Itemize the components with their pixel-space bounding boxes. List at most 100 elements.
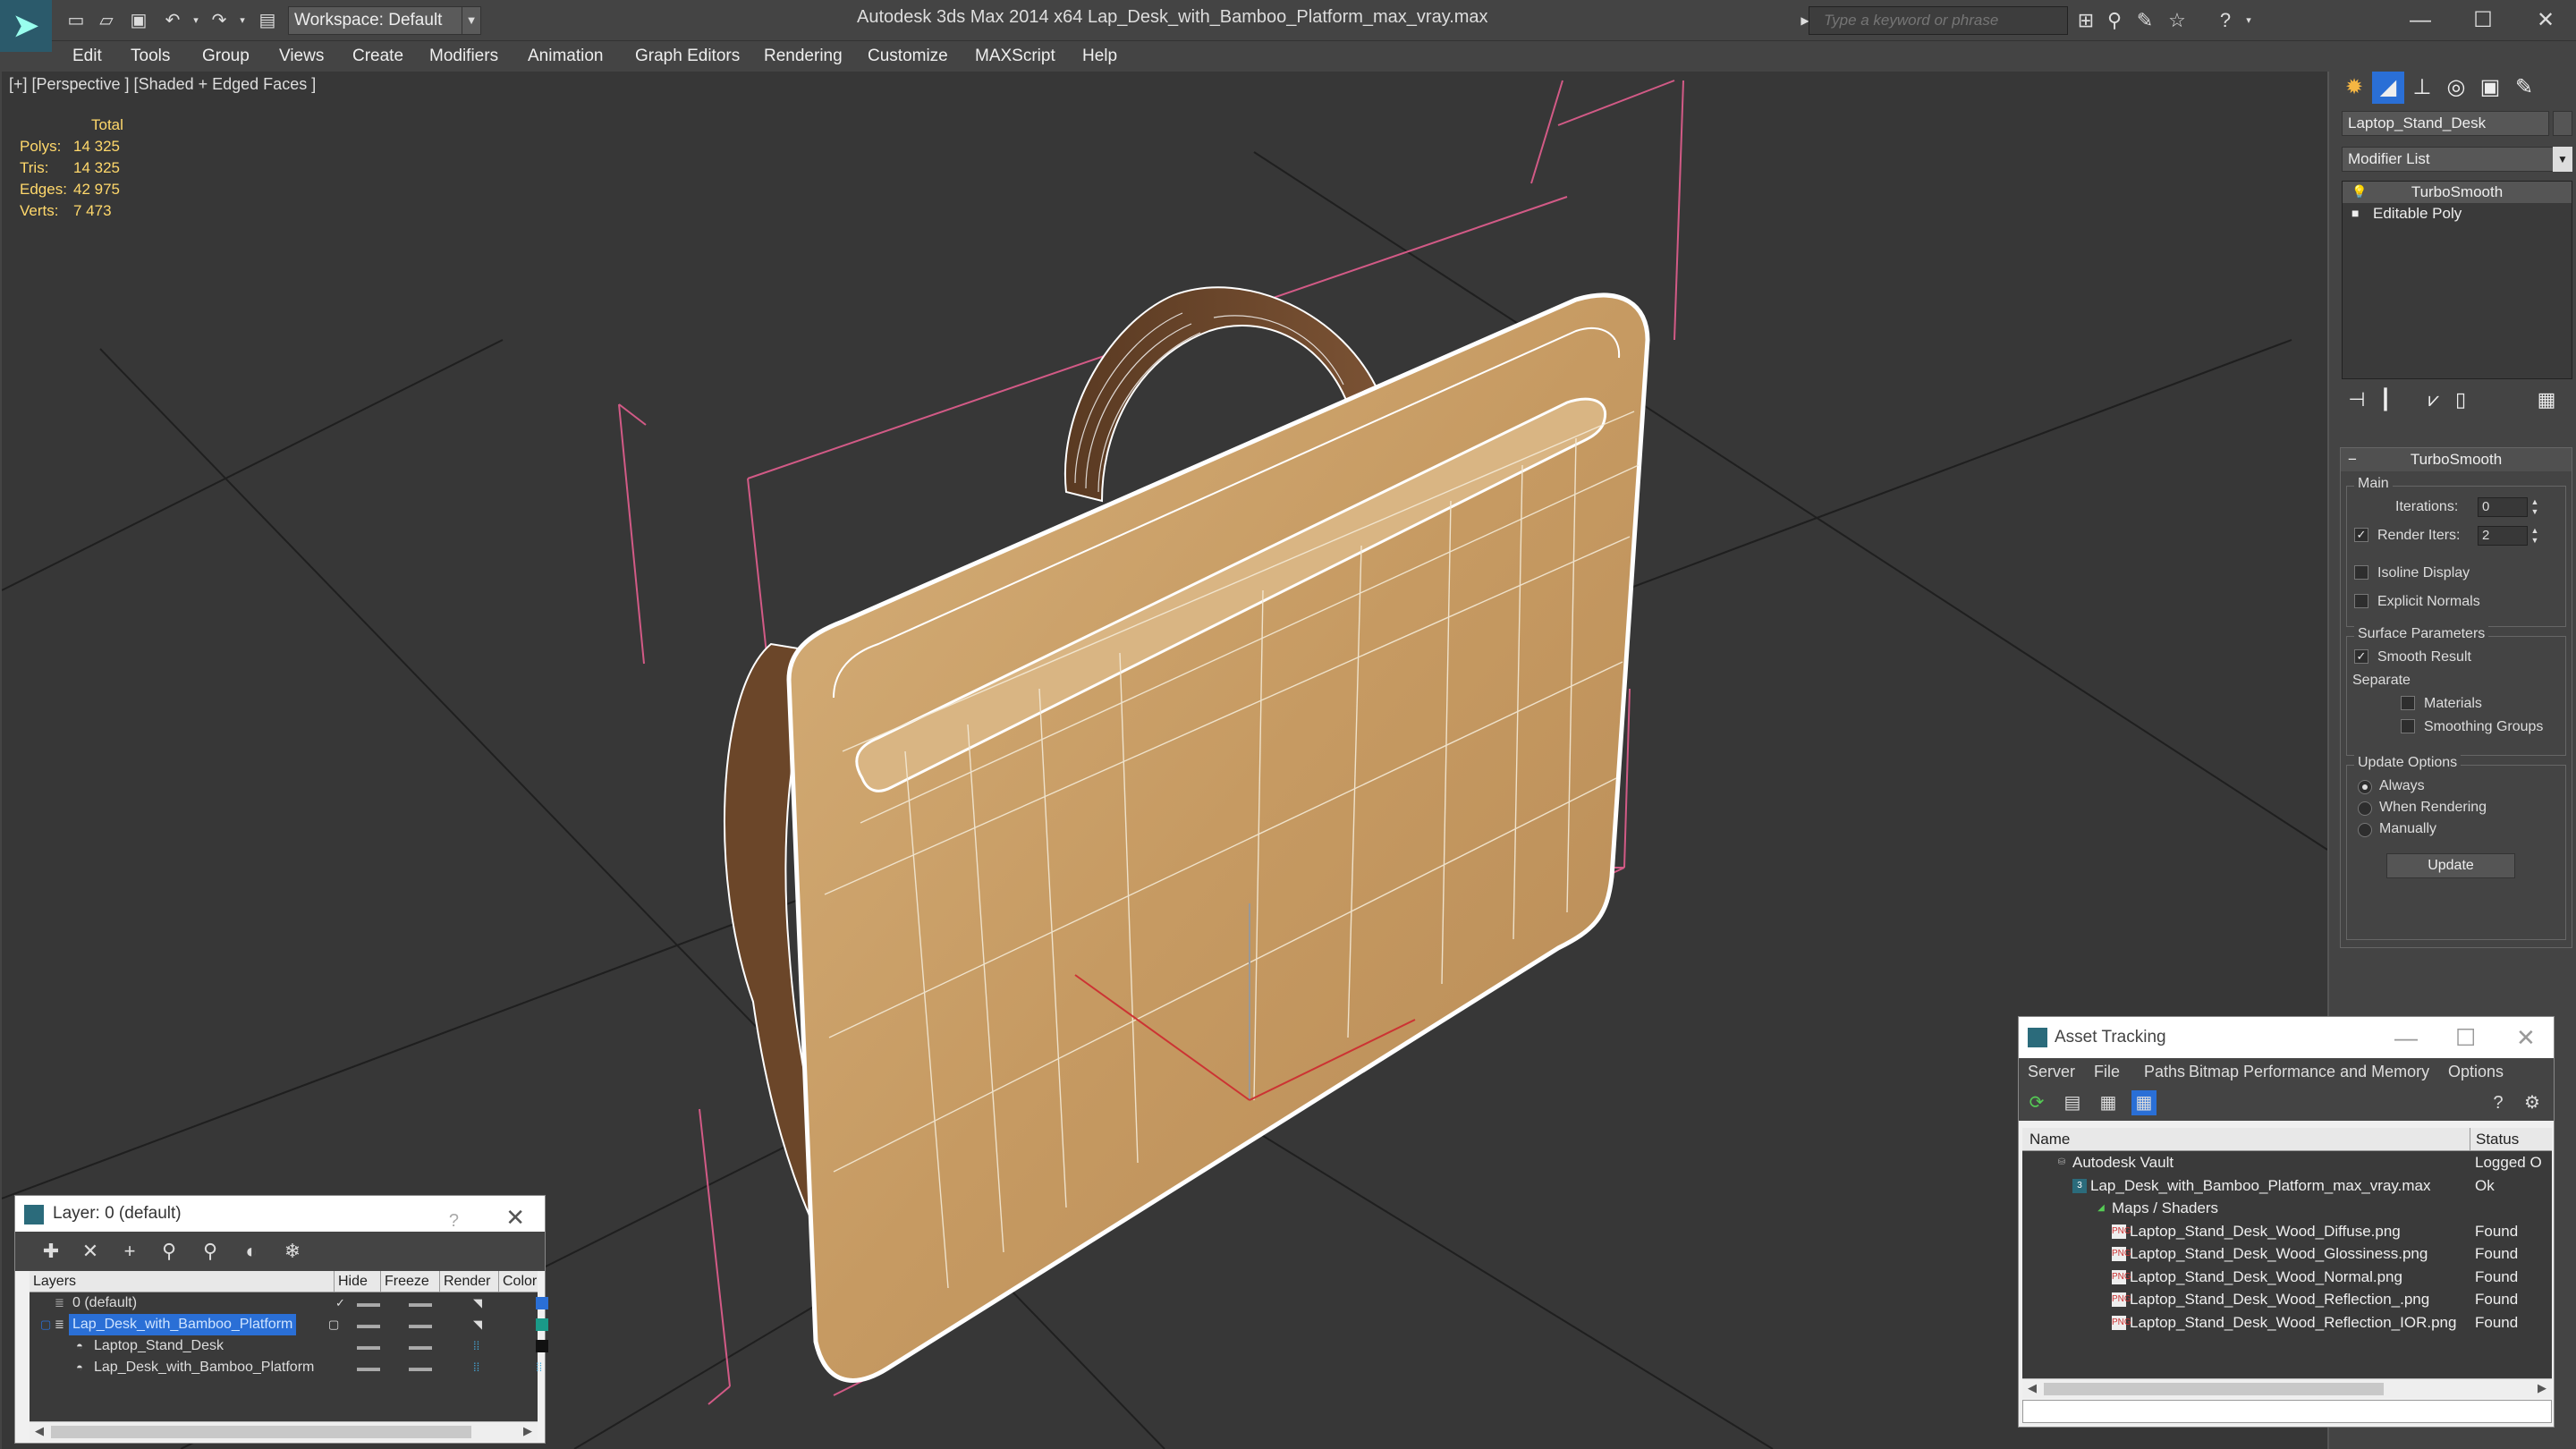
pin-stack-icon[interactable]: ⊣: [2343, 386, 2370, 413]
menu-modifiers[interactable]: Modifiers: [429, 41, 498, 72]
favorites-star-icon[interactable]: ☆: [2165, 8, 2190, 33]
redo-icon[interactable]: ↷: [208, 9, 231, 32]
spinner-arrows-icon[interactable]: ▲ ▼: [2529, 526, 2540, 546]
vault-settings-icon[interactable]: ⚙: [2520, 1090, 2545, 1115]
render-dots-icon[interactable]: ⁞⁞: [473, 1357, 479, 1378]
menu-customize[interactable]: Customize: [868, 41, 948, 72]
object-name[interactable]: Laptop_Stand_Desk: [90, 1335, 227, 1357]
menu-views[interactable]: Views: [279, 41, 324, 72]
add-to-layer-icon[interactable]: +: [117, 1239, 142, 1264]
close-icon[interactable]: ✕: [505, 1199, 525, 1235]
close-icon[interactable]: ✕: [2516, 1017, 2536, 1058]
modifier-list-dropdown[interactable]: Modifier List: [2342, 147, 2555, 172]
smoothing-groups-checkbox[interactable]: [2401, 719, 2415, 733]
scrollbar-thumb[interactable]: [2044, 1383, 2384, 1395]
maximize-icon[interactable]: ☐: [2456, 4, 2510, 38]
layer-window-title[interactable]: Layer: 0 (default) ? ✕: [15, 1196, 545, 1232]
list-view-icon[interactable]: ▤: [2060, 1090, 2085, 1115]
always-radio[interactable]: [2358, 780, 2372, 794]
layer-name[interactable]: Lap_Desk_with_Bamboo_Platform: [69, 1314, 297, 1335]
expand-collapse-icon[interactable]: ▢: [40, 1314, 51, 1335]
search-input[interactable]: [1809, 7, 2067, 34]
viewport-label[interactable]: [+] [Perspective ] [Shaded + Edged Faces…: [9, 75, 316, 94]
spinner-arrows-icon[interactable]: ▲ ▼: [2529, 497, 2540, 517]
column-hide[interactable]: Hide: [334, 1271, 368, 1292]
hierarchy-tab-icon[interactable]: ⊥: [2406, 72, 2438, 104]
communication-center-icon[interactable]: ⚲: [2102, 8, 2127, 33]
freeze-toggle[interactable]: ▬▬: [409, 1335, 432, 1357]
asset-horizontal-scrollbar[interactable]: ◀ ▶: [2022, 1378, 2552, 1398]
menu-maxscript[interactable]: MAXScript: [975, 41, 1055, 72]
asset-row[interactable]: PNG Laptop_Stand_Desk_Wood_Glossiness.pn…: [2022, 1242, 2552, 1266]
table-view-icon[interactable]: ▦: [2131, 1090, 2157, 1115]
column-name[interactable]: Name: [2029, 1128, 2070, 1151]
freeze-all-layers-icon[interactable]: ❄: [280, 1239, 305, 1264]
iterations-spinner[interactable]: 0: [2478, 497, 2528, 517]
layer-horizontal-scrollbar[interactable]: ◀ ▶: [30, 1421, 538, 1441]
hide-toggle[interactable]: ▬▬: [357, 1292, 380, 1314]
new-file-icon[interactable]: ▭: [64, 9, 88, 32]
column-layers[interactable]: Layers: [30, 1271, 76, 1292]
show-end-result-icon[interactable]: ┃: [2372, 386, 2399, 413]
create-tab-icon[interactable]: ✹: [2338, 72, 2370, 104]
motion-tab-icon[interactable]: ◎: [2440, 72, 2472, 104]
save-icon[interactable]: ▣: [127, 9, 150, 32]
object-color-swatch[interactable]: [536, 1340, 548, 1352]
asset-row[interactable]: PNG Laptop_Stand_Desk_Wood_Normal.png Fo…: [2022, 1266, 2552, 1289]
column-render[interactable]: Render: [439, 1271, 490, 1292]
isoline-display-checkbox[interactable]: [2354, 565, 2368, 580]
project-folder-icon[interactable]: ▤: [256, 9, 279, 32]
asset-row[interactable]: ⛁ Autodesk Vault Logged O: [2022, 1151, 2552, 1174]
asset-row[interactable]: PNG Laptop_Stand_Desk_Wood_Reflection_IO…: [2022, 1311, 2552, 1335]
stack-item-turbosmooth[interactable]: 💡 TurboSmooth: [2343, 182, 2572, 203]
layer-row[interactable]: ◓ Laptop_Stand_Desk ▬▬ ▬▬ ⁞⁞: [30, 1335, 548, 1357]
manually-radio[interactable]: [2358, 823, 2372, 837]
freeze-toggle[interactable]: ▬▬: [409, 1314, 432, 1335]
workspace-dropdown-arrow-icon[interactable]: ▼: [462, 6, 481, 35]
undo-dropdown-icon[interactable]: ▾: [184, 9, 208, 32]
hide-all-layers-icon[interactable]: ◐: [239, 1239, 264, 1264]
scroll-left-icon[interactable]: ◀: [2028, 1381, 2037, 1395]
menu-create[interactable]: Create: [352, 41, 403, 72]
search-box[interactable]: [1809, 6, 2068, 35]
layer-row[interactable]: ▢ ≣ Lap_Desk_with_Bamboo_Platform ▢ ▬▬ ▬…: [30, 1314, 548, 1335]
undo-icon[interactable]: ↶: [161, 9, 184, 32]
workspace-dropdown[interactable]: Workspace: Default: [288, 6, 476, 35]
asset-menu-options[interactable]: Options: [2448, 1058, 2504, 1085]
layer-color-swatch[interactable]: [536, 1318, 548, 1331]
create-layer-icon[interactable]: ✚: [38, 1239, 64, 1264]
close-icon[interactable]: ✕: [2519, 4, 2572, 38]
redo-dropdown-icon[interactable]: ▾: [231, 9, 254, 32]
layer-row[interactable]: ≣ 0 (default) ✓ ▬▬ ▬▬ ◥: [30, 1292, 548, 1314]
menu-rendering[interactable]: Rendering: [764, 41, 843, 72]
minimize-icon[interactable]: —: [2394, 4, 2447, 38]
rollout-title[interactable]: − TurboSmooth: [2341, 448, 2572, 471]
asset-window-title[interactable]: Asset Tracking — ☐ ✕: [2019, 1017, 2554, 1058]
menu-edit[interactable]: Edit: [72, 41, 102, 72]
scroll-right-icon[interactable]: ▶: [523, 1424, 532, 1438]
color-dots-icon[interactable]: ⁞⁞: [536, 1357, 542, 1378]
scroll-right-icon[interactable]: ▶: [2538, 1381, 2546, 1395]
column-color[interactable]: Color: [498, 1271, 537, 1292]
asset-menu-server[interactable]: Server: [2028, 1058, 2075, 1085]
asset-row[interactable]: 3 Lap_Desk_with_Bamboo_Platform_max_vray…: [2022, 1174, 2552, 1198]
modifier-list-arrow-icon[interactable]: ▼: [2553, 147, 2572, 172]
current-layer-check-icon[interactable]: ✓: [335, 1292, 345, 1314]
asset-path-field[interactable]: [2022, 1400, 2552, 1423]
menu-graph-editors[interactable]: Graph Editors: [635, 41, 740, 72]
layer-name[interactable]: 0 (default): [69, 1292, 140, 1314]
modify-tab-icon[interactable]: ◢: [2372, 72, 2404, 104]
render-dots-icon[interactable]: ⁞⁞: [473, 1335, 479, 1357]
render-iters-spinner[interactable]: 2: [2478, 526, 2528, 546]
render-teapot-icon[interactable]: ◥: [473, 1314, 482, 1335]
when-rendering-radio[interactable]: [2358, 801, 2372, 816]
column-status[interactable]: Status: [2470, 1128, 2519, 1151]
update-button[interactable]: Update: [2386, 853, 2515, 878]
display-tab-icon[interactable]: ▣: [2474, 72, 2506, 104]
asset-row[interactable]: PNG Laptop_Stand_Desk_Wood_Reflection_.p…: [2022, 1288, 2552, 1311]
help-dropdown-icon[interactable]: ▾: [2236, 8, 2261, 33]
asset-menu-bitmap-performance[interactable]: Bitmap Performance and Memory: [2189, 1058, 2429, 1085]
add-selection-icon[interactable]: ▢: [328, 1314, 339, 1335]
delete-layer-icon[interactable]: ✕: [78, 1239, 103, 1264]
asset-row[interactable]: ◢ Maps / Shaders: [2022, 1197, 2552, 1220]
